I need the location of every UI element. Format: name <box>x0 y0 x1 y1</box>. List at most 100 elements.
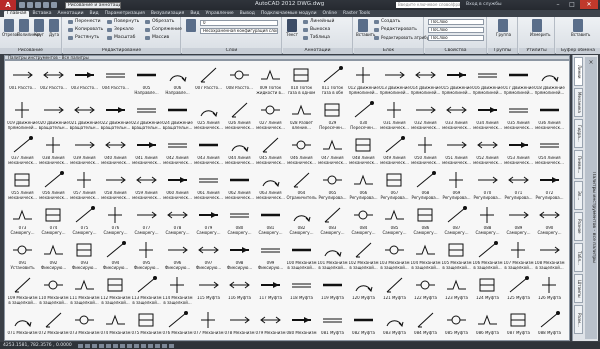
tool-item[interactable]: 072 Регулирова... <box>534 168 565 203</box>
tool-item[interactable]: 122 Муфта <box>410 273 441 308</box>
tool-item[interactable]: 064 Ограничитель хода <box>286 168 317 203</box>
palette-tab[interactable]: Пневм... <box>574 150 583 179</box>
tool-item[interactable]: 002 Рассто... <box>38 63 69 98</box>
tool-item[interactable]: 115 Муфта <box>193 273 224 308</box>
tool-item[interactable]: 057 Линия механическ... <box>69 168 100 203</box>
palette-tab[interactable]: Разное <box>574 212 583 241</box>
tool-item[interactable]: 018 Движение прямолиней... <box>534 63 565 98</box>
multileader-button[interactable]: Выноска <box>303 27 330 33</box>
tool-item[interactable]: 106 Механизм в защелкой... <box>472 238 503 273</box>
tool-item[interactable]: 020 Движение вращательн... <box>38 98 69 133</box>
tool-item[interactable]: 111 Механизм в защелкой... <box>69 273 100 308</box>
tool-item[interactable]: 078 Саморегу... <box>162 203 193 238</box>
tool-item[interactable]: 073 Механизм <box>69 308 100 340</box>
circle-button[interactable]: Круг <box>32 19 46 38</box>
tool-item[interactable]: 126 Муфта <box>534 273 565 308</box>
tool-item[interactable]: 099 Фиксирую... <box>255 238 286 273</box>
tool-item[interactable]: 043 Линия механическ... <box>193 133 224 168</box>
tool-item[interactable]: 049 Линия механическ... <box>379 133 410 168</box>
tool-item[interactable]: 004 Рассто... <box>100 63 131 98</box>
tool-item[interactable]: 080 Саморегу... <box>224 203 255 238</box>
tool-item[interactable]: 070 Регулирова... <box>472 168 503 203</box>
tool-item[interactable]: 112 Механизм в защелкой... <box>100 273 131 308</box>
undo-icon[interactable] <box>43 2 49 8</box>
tool-item[interactable]: 090 Саморегу... <box>534 203 565 238</box>
tool-item[interactable]: 071 Механизм <box>7 308 38 340</box>
tool-item[interactable]: 025 Линия механическ... <box>193 98 224 133</box>
utilities-panel-title[interactable]: Утилиты <box>519 48 554 54</box>
stretch-button[interactable]: Растянуть <box>68 35 99 41</box>
tool-item[interactable]: 040 Линия механическ... <box>100 133 131 168</box>
tool-item[interactable]: 092 Фиксирую... <box>38 238 69 273</box>
create-block-button[interactable]: Создать <box>374 19 400 25</box>
tool-item[interactable]: 084 Саморегу... <box>348 203 379 238</box>
tool-item[interactable]: 033 Линия механическ... <box>441 98 472 133</box>
tool-item[interactable]: 119 Муфта <box>317 273 348 308</box>
tool-item[interactable]: 094 Фиксирую... <box>100 238 131 273</box>
move-button[interactable]: Перенести <box>68 19 101 25</box>
array-button[interactable]: Массив <box>145 35 169 41</box>
tool-item[interactable]: 031 Линия механическ... <box>379 98 410 133</box>
palette-tab[interactable]: Разм... <box>574 305 583 334</box>
tool-item[interactable]: 009 Поток жидкости в... <box>255 63 286 98</box>
tool-item[interactable]: 095 Фиксирую... <box>131 238 162 273</box>
tool-item[interactable]: 074 Механизм <box>100 308 131 340</box>
tool-item[interactable]: 007 Рассто... <box>193 63 224 98</box>
palette-tab[interactable]: Штампы <box>574 274 583 303</box>
tool-item[interactable]: 044 Линия механическ... <box>224 133 255 168</box>
tool-item[interactable]: 084 Муфта <box>410 308 441 340</box>
tool-item[interactable]: 048 Линия механическ... <box>348 133 379 168</box>
text-button[interactable]: Текст <box>285 19 299 38</box>
tool-item[interactable]: 076 Механизм <box>162 308 193 340</box>
tool-item[interactable]: 123 Муфта <box>441 273 472 308</box>
tool-item[interactable]: 096 Фиксирую... <box>162 238 193 273</box>
tool-item[interactable]: 108 Механизм в защелкой... <box>534 238 565 273</box>
tool-item[interactable]: 061 Линия механическ... <box>193 168 224 203</box>
tool-item[interactable]: 041 Линия механическ... <box>131 133 162 168</box>
tool-item[interactable]: 042 Линия механическ... <box>162 133 193 168</box>
tool-item[interactable]: 016 Движение прямолиней... <box>472 63 503 98</box>
maximize-button[interactable]: □ <box>566 0 578 9</box>
tool-item[interactable]: 015 Движение прямолиней... <box>441 63 472 98</box>
tool-item[interactable]: 110 Механизм в защелкой... <box>38 273 69 308</box>
tool-item[interactable]: 055 Линия механическ... <box>7 168 38 203</box>
modify-panel-title[interactable]: Редактирование <box>63 48 180 54</box>
tool-item[interactable]: 035 Линия механическ... <box>503 98 534 133</box>
tool-item[interactable]: 023 Движение вращательн... <box>131 98 162 133</box>
layer-properties-button[interactable] <box>184 19 198 33</box>
group-button[interactable]: Группа <box>496 19 511 38</box>
status-toggle-icon[interactable] <box>99 344 104 348</box>
minimize-button[interactable]: – <box>552 0 564 9</box>
tool-item[interactable]: 100 Механизм в защелкой... <box>286 238 317 273</box>
tool-item[interactable]: 047 Линия механическ... <box>317 133 348 168</box>
scale-button[interactable]: Масштаб <box>107 35 135 41</box>
tool-item[interactable]: 069 Регулирова... <box>441 168 472 203</box>
layers-panel-title[interactable]: Слои <box>182 48 281 54</box>
linear-dimension-button[interactable]: Линейный <box>303 19 334 25</box>
tool-item[interactable]: 046 Линия механическ... <box>286 133 317 168</box>
tool-item[interactable]: 034 Линия механическ... <box>472 98 503 133</box>
tool-item[interactable]: 021 Движение вращательн... <box>69 98 100 133</box>
tool-item[interactable]: 028 Развет вление... <box>286 98 317 133</box>
tool-item[interactable]: 050 Линия механическ... <box>410 133 441 168</box>
tool-item[interactable]: 073 Саморегу... <box>7 203 38 238</box>
tool-item[interactable]: 056 Линия механическ... <box>38 168 69 203</box>
status-toggle-icon[interactable] <box>134 344 139 348</box>
tool-item[interactable]: 079 Саморегу... <box>193 203 224 238</box>
tool-item[interactable]: 077 Механизм <box>193 308 224 340</box>
mirror-button[interactable]: Зеркало <box>107 27 134 33</box>
tool-item[interactable]: 125 Муфта <box>503 273 534 308</box>
tool-item[interactable]: 079 Механизм <box>255 308 286 340</box>
arc-button[interactable]: Дуга <box>47 19 61 38</box>
tool-item[interactable]: 102 Механизм в защелкой... <box>348 238 379 273</box>
status-toggle-icon[interactable] <box>148 344 153 348</box>
groups-panel-title[interactable]: Группы <box>488 48 517 54</box>
tool-item[interactable]: 078 Механизм <box>224 308 255 340</box>
tool-item[interactable]: 024 Движение вращательн... <box>162 98 193 133</box>
tool-item[interactable]: 085 Муфта <box>441 308 472 340</box>
tool-item[interactable]: 113 Механизм в защелкой... <box>131 273 162 308</box>
tool-item[interactable]: 054 Линия механическ... <box>534 133 565 168</box>
status-toggle-icon[interactable] <box>141 344 146 348</box>
tool-item[interactable]: 097 Фиксирую... <box>193 238 224 273</box>
paste-button[interactable]: Вставить <box>571 19 590 38</box>
